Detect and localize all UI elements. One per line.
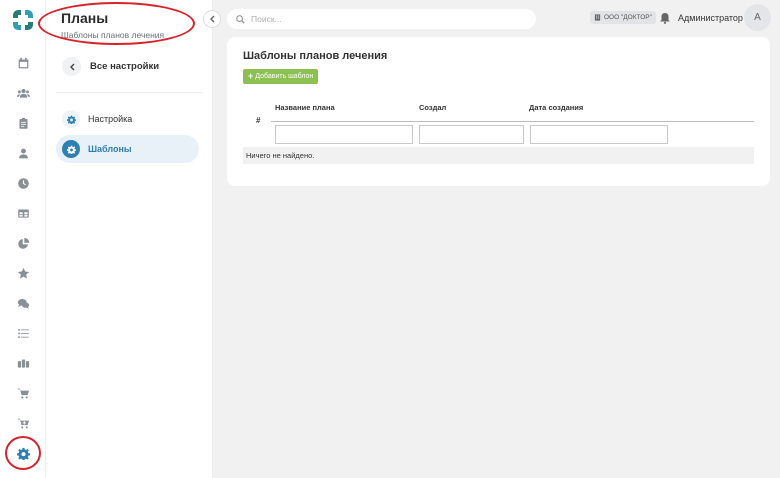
org-label: ООО "ДОКТОР": [604, 14, 652, 21]
filter-created-by-input[interactable]: [419, 125, 524, 144]
sidebar-item-templates[interactable]: Шаблоны: [56, 135, 199, 163]
pie-chart-icon[interactable]: [13, 233, 33, 253]
cart-plus-icon[interactable]: [13, 413, 33, 433]
app-logo[interactable]: [10, 7, 36, 33]
avatar[interactable]: А: [744, 4, 771, 31]
search-icon: [236, 14, 245, 24]
sidebar-item-setup[interactable]: Настройка: [56, 105, 199, 133]
table-icon[interactable]: [13, 203, 33, 223]
search-bar: [227, 9, 536, 29]
sidebar-item-label: Шаблоны: [88, 144, 132, 154]
column-header-number: #: [256, 116, 261, 125]
divider: [56, 92, 203, 93]
filter-plan-name-input[interactable]: [275, 125, 413, 144]
sidebar-item-label: Настройка: [88, 114, 133, 124]
building-icon: [594, 14, 601, 21]
list-icon[interactable]: [13, 323, 33, 343]
annotation-circle: [38, 2, 195, 45]
collapse-sidebar-button[interactable]: [203, 10, 221, 28]
card-title: Шаблоны планов лечения: [243, 50, 388, 62]
search-input[interactable]: [251, 14, 521, 24]
empty-table-message: Ничего не найдено.: [243, 147, 754, 164]
cart-icon[interactable]: [13, 383, 33, 403]
clipboard-icon[interactable]: [13, 113, 33, 133]
filter-created-date-input[interactable]: [530, 125, 668, 144]
gear-icon: [62, 140, 80, 158]
plus-icon: +: [248, 71, 254, 81]
group-icon[interactable]: [13, 353, 33, 373]
org-badge[interactable]: ООО "ДОКТОР": [590, 11, 656, 24]
annotation-circle: [5, 436, 41, 470]
header-divider: [271, 121, 754, 122]
bell-icon[interactable]: [659, 11, 671, 24]
star-icon[interactable]: [13, 263, 33, 283]
add-template-button[interactable]: + Добавить шаблон: [243, 69, 319, 84]
column-header-created-date[interactable]: Дата создания: [529, 103, 583, 112]
clock-icon[interactable]: [13, 173, 33, 193]
calendar-icon[interactable]: [13, 53, 33, 73]
back-label: Все настройки: [90, 61, 160, 72]
templates-card: Шаблоны планов лечения + Добавить шаблон…: [227, 37, 770, 186]
settings-sidebar: Планы Шаблоны планов лечения Все настрой…: [46, 0, 213, 478]
users-icon[interactable]: [13, 83, 33, 103]
column-header-created-by[interactable]: Создал: [419, 103, 446, 112]
chevron-left-icon: [210, 15, 215, 23]
user-name[interactable]: Администратор: [678, 13, 743, 23]
chevron-left-icon: [62, 57, 81, 76]
gear-icon: [62, 110, 80, 128]
user-icon[interactable]: [13, 143, 33, 163]
comments-icon[interactable]: [13, 293, 33, 313]
back-to-settings-link[interactable]: Все настройки: [62, 57, 159, 76]
column-header-plan-name[interactable]: Название плана: [275, 103, 335, 112]
icon-rail: [0, 0, 46, 478]
add-template-label: Добавить шаблон: [255, 73, 314, 80]
